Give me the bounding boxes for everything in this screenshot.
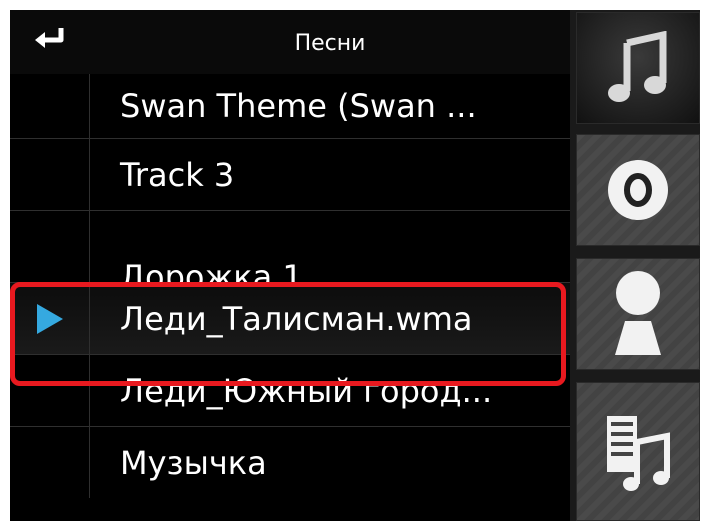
play-indicator-cell <box>10 355 90 426</box>
song-list-panel: Песни Swan Theme (Swan ... Track 3 Дорож… <box>10 10 570 521</box>
song-title: Леди_Талисман.wma <box>120 299 473 338</box>
play-indicator-cell <box>10 427 90 498</box>
playlist-icon <box>607 415 670 491</box>
play-indicator-cell <box>10 283 90 354</box>
disc-icon <box>608 160 668 220</box>
return-arrow-icon <box>35 28 64 48</box>
play-indicator-cell <box>10 211 90 282</box>
page-title: Песни <box>294 31 366 56</box>
tab-artists[interactable] <box>576 258 700 370</box>
song-row[interactable]: Swan Theme (Swan ... <box>10 74 570 138</box>
tab-playlists[interactable] <box>576 382 700 521</box>
song-row[interactable]: Музычка <box>10 426 570 498</box>
song-row[interactable]: Дорожка 1 <box>10 210 570 296</box>
song-title: Леди_Южный город... <box>120 371 493 410</box>
play-icon <box>36 303 63 334</box>
play-indicator-cell <box>10 139 90 210</box>
tab-albums[interactable] <box>576 134 700 246</box>
music-note-icon <box>608 31 667 102</box>
song-title: Swan Theme (Swan ... <box>120 87 477 125</box>
song-row-now-playing[interactable]: Леди_Талисман.wma <box>10 282 570 354</box>
song-title: Track 3 <box>120 155 235 194</box>
song-list: Swan Theme (Swan ... Track 3 Дорожка 1 Л… <box>10 74 570 498</box>
play-indicator-cell <box>10 74 90 138</box>
category-sidebar <box>570 10 700 521</box>
tab-songs[interactable] <box>576 12 700 124</box>
back-button[interactable] <box>10 20 90 74</box>
list-header: Песни <box>10 10 570 74</box>
song-title: Музычка <box>120 443 267 482</box>
music-player-screen: Песни Swan Theme (Swan ... Track 3 Дорож… <box>10 10 700 521</box>
artist-icon <box>615 271 661 355</box>
song-row[interactable]: Леди_Южный город... <box>10 354 570 426</box>
song-row[interactable]: Track 3 <box>10 138 570 210</box>
